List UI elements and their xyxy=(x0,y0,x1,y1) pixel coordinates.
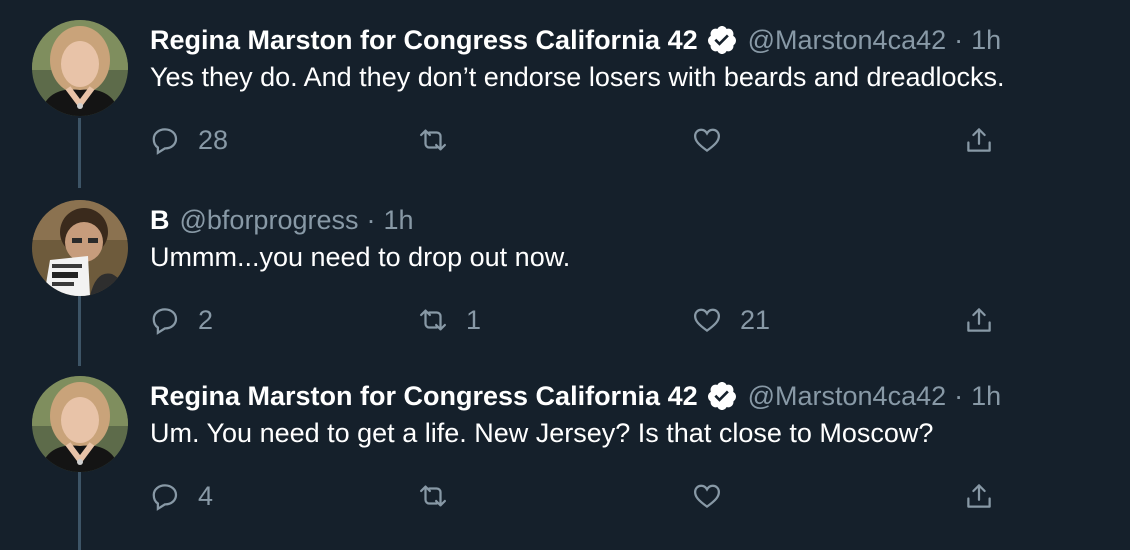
tweet-text: Ummm...you need to drop out now. xyxy=(150,242,571,272)
tweet[interactable]: B @bforprogress · 1h Ummm...you need to … xyxy=(0,180,1130,358)
heart-icon xyxy=(693,128,721,153)
retweet-button[interactable] xyxy=(418,476,466,516)
reply-icon xyxy=(152,484,178,511)
heart-icon xyxy=(693,484,721,509)
display-name[interactable]: Regina Marston for Congress California 4… xyxy=(150,25,698,56)
tweet-header: B @bforprogress · 1h xyxy=(150,202,414,238)
separator-dot: · xyxy=(954,380,964,411)
tweet-text: Yes they do. And they don’t endorse lose… xyxy=(150,62,1005,92)
tweet-text: Um. You need to get a life. New Jersey? … xyxy=(150,418,934,448)
reply-count: 28 xyxy=(198,124,229,155)
share-icon xyxy=(967,128,991,152)
reply-count: 2 xyxy=(198,304,214,335)
share-button[interactable] xyxy=(964,120,994,160)
separator-dot: · xyxy=(366,204,376,235)
handle[interactable]: @bforprogress xyxy=(180,205,359,236)
handle[interactable]: @Marston4ca42 xyxy=(748,25,947,56)
retweet-button[interactable] xyxy=(418,120,466,160)
retweet-button[interactable]: 1 xyxy=(418,300,481,340)
retweet-icon xyxy=(420,485,446,507)
tweet-header: Regina Marston for Congress California 4… xyxy=(150,22,1001,58)
like-button[interactable] xyxy=(692,120,740,160)
separator-dot: · xyxy=(954,24,964,55)
display-name[interactable]: B xyxy=(150,205,170,236)
reply-icon xyxy=(152,308,178,335)
verified-badge-icon xyxy=(706,24,738,56)
verified-badge-icon xyxy=(706,380,738,412)
share-button[interactable] xyxy=(964,300,994,340)
tweet[interactable]: Regina Marston for Congress California 4… xyxy=(0,0,1130,178)
timestamp[interactable]: 1h xyxy=(383,205,413,236)
reply-button[interactable]: 4 xyxy=(150,476,213,516)
tweet-actions: 2 1 21 xyxy=(150,300,1010,340)
avatar[interactable] xyxy=(32,200,128,296)
reply-icon xyxy=(152,128,178,155)
share-icon xyxy=(967,484,991,508)
reply-button[interactable]: 2 xyxy=(150,300,213,340)
like-count: 21 xyxy=(740,304,771,335)
timestamp[interactable]: 1h xyxy=(971,381,1001,412)
retweet-icon xyxy=(420,129,446,151)
avatar[interactable] xyxy=(32,20,128,116)
tweet-actions: 28 xyxy=(150,120,1010,160)
tweet-actions: 4 xyxy=(150,476,1010,516)
avatar[interactable] xyxy=(32,376,128,472)
handle[interactable]: @Marston4ca42 xyxy=(748,381,947,412)
share-icon xyxy=(967,308,991,332)
like-button[interactable]: 21 xyxy=(692,300,770,340)
retweet-count: 1 xyxy=(466,304,482,335)
tweet[interactable]: Regina Marston for Congress California 4… xyxy=(0,356,1130,534)
timestamp[interactable]: 1h xyxy=(971,25,1001,56)
tweet-header: Regina Marston for Congress California 4… xyxy=(150,378,1001,414)
heart-icon xyxy=(693,308,721,333)
retweet-icon xyxy=(420,309,446,331)
conversation-thread: Regina Marston for Congress California 4… xyxy=(0,0,1130,550)
reply-count: 4 xyxy=(198,480,214,511)
display-name[interactable]: Regina Marston for Congress California 4… xyxy=(150,381,698,412)
reply-button[interactable]: 28 xyxy=(150,120,228,160)
share-button[interactable] xyxy=(964,476,994,516)
like-button[interactable] xyxy=(692,476,740,516)
